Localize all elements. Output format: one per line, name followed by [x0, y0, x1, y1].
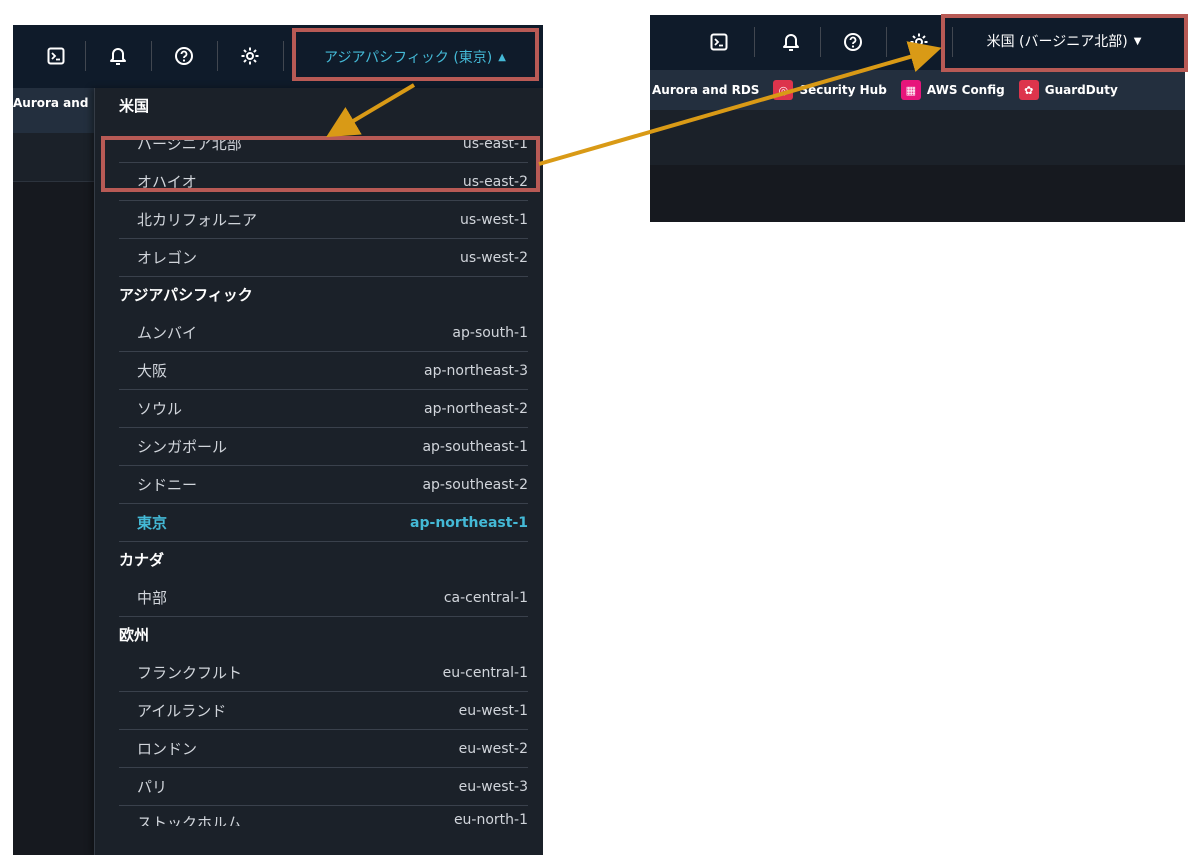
gear-icon[interactable] [902, 25, 936, 59]
region-group-header: アジアパシフィック [119, 286, 253, 304]
region-name: 中部 [137, 589, 168, 607]
region-item-us-west-2[interactable]: オレゴン us-west-2 [119, 239, 528, 277]
region-code: ap-southeast-1 [422, 438, 528, 455]
region-item-ap-northeast-1[interactable]: 東京 ap-northeast-1 [119, 504, 528, 542]
favorite-label: Aurora and RDS [652, 83, 760, 97]
aws-config-icon: ▦ [900, 80, 921, 100]
region-name: 北カリフォルニア [137, 211, 258, 229]
region-dropdown-menu: 米国 バージニア北部 us-east-1 オハイオ us-east-2 北カリフォルニア u… [94, 88, 543, 855]
highlight-box-region-selector [292, 28, 539, 81]
region-name: オレゴン [137, 249, 198, 267]
region-code: eu-central-1 [442, 664, 528, 681]
region-item-ap-southeast-2[interactable]: シドニー ap-southeast-2 [119, 466, 528, 504]
region-group-header: 欧州 [119, 626, 150, 644]
region-name: ムンバイ [137, 324, 198, 342]
region-name: シンガポール [137, 438, 228, 456]
region-code: ap-northeast-3 [423, 362, 528, 379]
region-name: 東京 [137, 514, 168, 532]
page-content-area [650, 165, 1185, 222]
region-item-ap-south-1[interactable]: ムンバイ ap-south-1 [119, 314, 528, 352]
region-code: us-west-1 [459, 211, 528, 228]
region-code: ap-south-1 [452, 324, 528, 341]
cloudshell-icon[interactable] [702, 25, 736, 59]
region-code: ap-northeast-2 [423, 400, 528, 417]
region-item-ap-northeast-3[interactable]: 大阪 ap-northeast-3 [119, 352, 528, 390]
region-name: ストックホルム [137, 814, 242, 826]
region-item-eu-west-2[interactable]: ロンドン eu-west-2 [119, 730, 528, 768]
highlight-box-region-selector-right [941, 14, 1188, 72]
security-hub-icon: ◎ [773, 80, 794, 100]
divider [886, 27, 887, 57]
region-name: アイルランド [137, 702, 227, 720]
gear-icon[interactable] [233, 39, 267, 73]
region-code: eu-west-1 [458, 702, 528, 719]
region-name: パリ [137, 778, 168, 796]
region-code: eu-north-1 [453, 812, 528, 826]
favorite-item[interactable]: Aurora and RDS [652, 83, 759, 97]
region-item-eu-west-3[interactable]: パリ eu-west-3 [119, 768, 528, 806]
region-name: フランクフルト [137, 664, 243, 682]
region-item-ca-central-1[interactable]: 中部 ca-central-1 [119, 579, 528, 617]
region-code: ap-southeast-2 [422, 476, 528, 493]
region-code: us-west-2 [459, 249, 528, 266]
region-name: ロンドン [137, 740, 198, 758]
region-code: ca-central-1 [443, 589, 528, 606]
region-item-ap-southeast-1[interactable]: シンガポール ap-southeast-1 [119, 428, 528, 466]
divider [820, 27, 821, 57]
help-icon[interactable] [167, 39, 201, 73]
bell-icon[interactable] [774, 25, 808, 59]
favorite-item[interactable]: ◎ Security Hub [773, 80, 887, 100]
favorite-label: Security Hub [799, 83, 887, 97]
divider [283, 41, 284, 71]
favorite-item[interactable]: ▦ AWS Config [900, 80, 1005, 100]
cloudshell-icon[interactable] [39, 39, 73, 73]
help-icon[interactable] [836, 25, 870, 59]
region-code: eu-west-2 [458, 740, 528, 757]
region-item-us-west-1[interactable]: 北カリフォルニア us-west-1 [119, 201, 528, 239]
divider [754, 27, 755, 57]
divider [151, 41, 152, 71]
region-name: 大阪 [137, 362, 168, 380]
divider [217, 41, 218, 71]
guardduty-icon: ✿ [1018, 80, 1039, 100]
bell-icon[interactable] [101, 39, 135, 73]
region-code: eu-west-3 [458, 778, 528, 795]
region-item-ap-northeast-2[interactable]: ソウル ap-northeast-2 [119, 390, 528, 428]
divider [85, 41, 86, 71]
favorite-item[interactable]: ✿ GuardDuty [1018, 80, 1118, 100]
region-code: ap-northeast-1 [410, 514, 528, 531]
region-item-eu-west-1[interactable]: アイルランド eu-west-1 [119, 692, 528, 730]
region-group-header: 米国 [119, 97, 150, 115]
favorites-bar: Aurora and RDS ◎ Security Hub ▦ AWS Config ✿ G… [650, 70, 1185, 110]
favorite-item-aurora[interactable]: Aurora and [13, 96, 88, 110]
favorite-label: GuardDuty [1044, 83, 1118, 97]
favorite-label: AWS Config [926, 83, 1005, 97]
region-name: ソウル [137, 400, 183, 418]
highlight-box-us-east-1 [101, 136, 540, 192]
region-group-header: カナダ [119, 551, 165, 569]
region-name: シドニー [137, 476, 198, 494]
region-item-eu-central-1[interactable]: フランクフルト eu-central-1 [119, 654, 528, 692]
region-item-eu-north-1[interactable]: ストックホルム eu-north-1 [119, 806, 528, 826]
page-header-area [650, 110, 1185, 166]
